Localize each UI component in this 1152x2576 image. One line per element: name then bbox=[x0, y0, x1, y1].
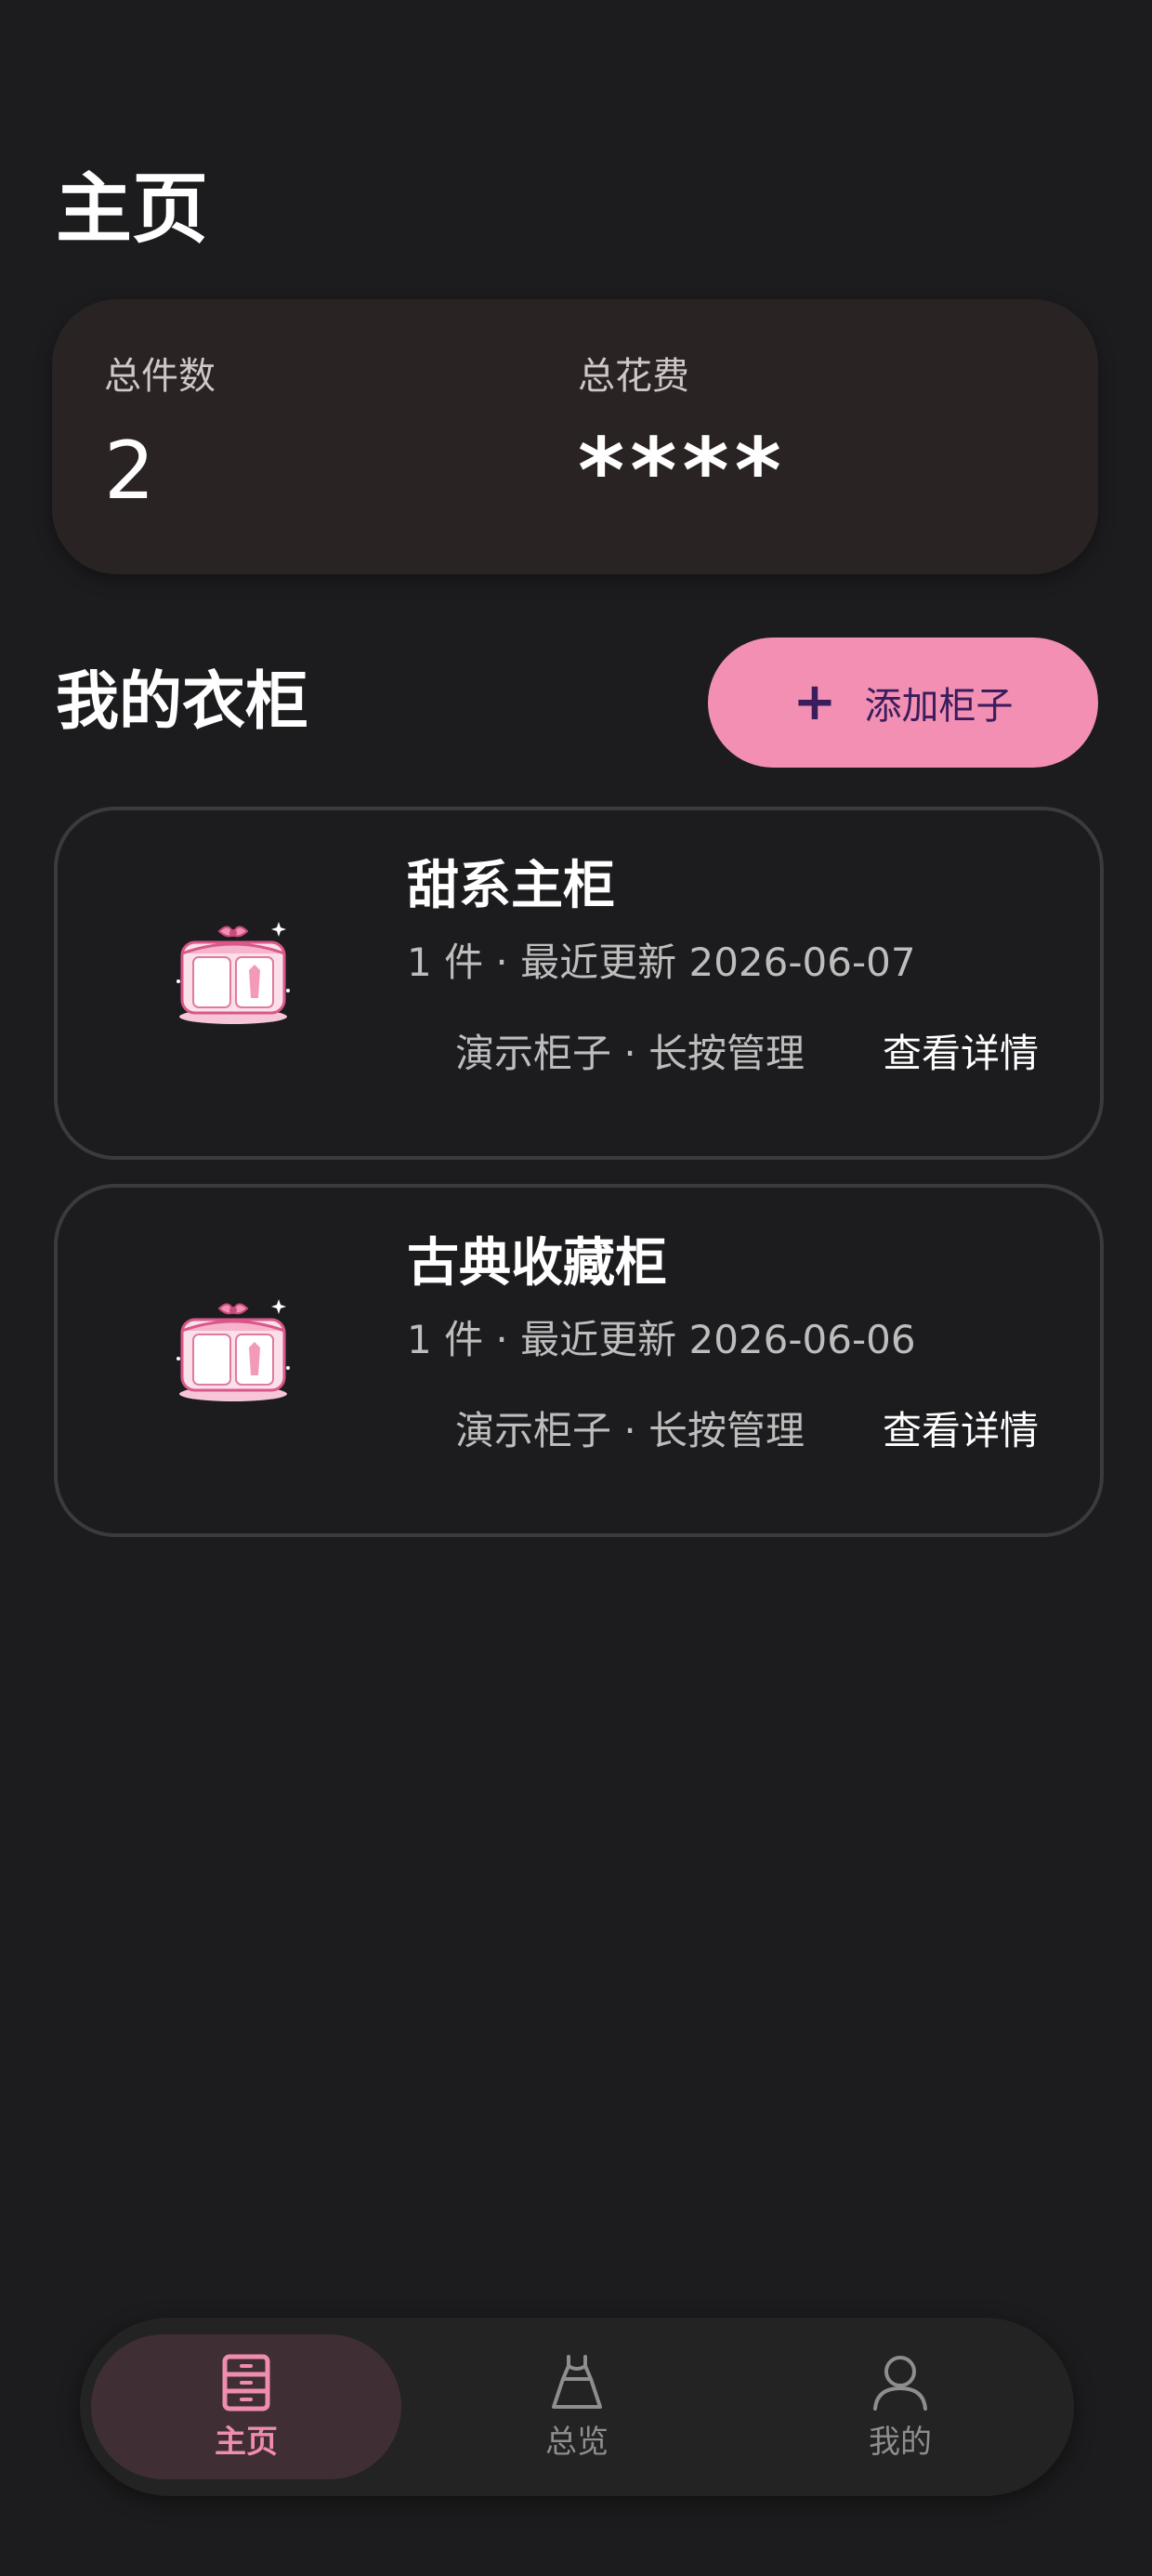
cabinet-card[interactable]: 古典收藏柜 1 件 · 最近更新 2026-06-06 演示柜子 · 长按管理 … bbox=[54, 1184, 1104, 1537]
view-details-link[interactable]: 查看详情 bbox=[883, 1026, 1039, 1082]
wardrobe-illustration-icon bbox=[177, 1299, 290, 1401]
nav-item-profile[interactable]: 我的 bbox=[745, 2334, 1055, 2479]
bottom-navigation: 主页 总览 我的 bbox=[80, 2318, 1074, 2496]
cabinet-note: 演示柜子 · 长按管理 bbox=[455, 1031, 805, 1076]
total-cost-value[interactable]: **** bbox=[578, 427, 787, 516]
cabinet-name: 古典收藏柜 bbox=[407, 1233, 667, 1294]
stats-card: 总件数 2 总花费 **** bbox=[52, 299, 1098, 574]
nav-label-profile: 我的 bbox=[869, 2424, 932, 2461]
cabinet-meta: 1 件 · 最近更新 2026-06-07 bbox=[407, 940, 916, 985]
cabinet-note: 演示柜子 · 长按管理 bbox=[455, 1408, 805, 1453]
wardrobe-section-title: 我的衣柜 bbox=[56, 665, 309, 739]
cabinet-card[interactable]: 甜系主柜 1 件 · 最近更新 2026-06-07 演示柜子 · 长按管理 查… bbox=[54, 807, 1104, 1160]
cabinet-meta: 1 件 · 最近更新 2026-06-06 bbox=[407, 1317, 916, 1362]
total-cost-label: 总花费 bbox=[578, 355, 689, 398]
total-count-stat: 总件数 2 bbox=[104, 353, 216, 513]
wardrobe-illustration-icon bbox=[177, 922, 290, 1024]
total-count-label: 总件数 bbox=[104, 355, 216, 398]
page-title: 主页 bbox=[56, 165, 209, 254]
view-details-link[interactable]: 查看详情 bbox=[883, 1403, 1039, 1459]
dress-icon bbox=[552, 2355, 602, 2409]
add-cabinet-button[interactable]: + 添加柜子 bbox=[708, 637, 1098, 768]
total-cost-stat[interactable]: 总花费 **** bbox=[578, 353, 787, 516]
nav-item-overview[interactable]: 总览 bbox=[422, 2334, 732, 2479]
person-icon bbox=[873, 2356, 927, 2411]
plus-icon: + bbox=[792, 672, 837, 732]
nav-label-overview: 总览 bbox=[545, 2424, 609, 2461]
cabinet-name: 甜系主柜 bbox=[407, 856, 615, 916]
cabinet-icon bbox=[222, 2354, 270, 2412]
home-screen: 主页 总件数 2 总花费 **** 我的衣柜 + 添加柜子 甜系主柜 1 件 ·… bbox=[0, 0, 1152, 2576]
add-cabinet-label: 添加柜子 bbox=[864, 685, 1014, 728]
total-count-value: 2 bbox=[104, 425, 155, 518]
nav-item-home[interactable]: 主页 bbox=[91, 2334, 401, 2479]
nav-label-home: 主页 bbox=[215, 2424, 278, 2461]
